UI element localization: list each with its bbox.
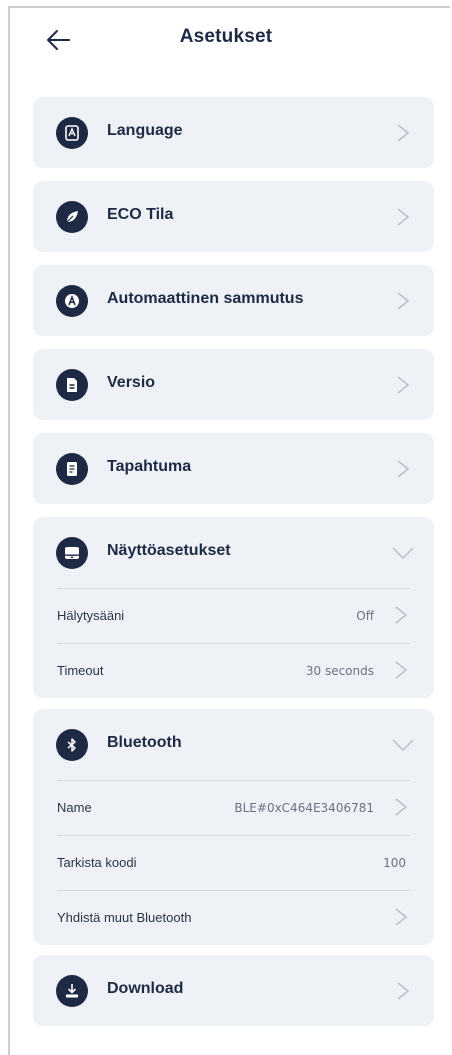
language-row[interactable]: Language xyxy=(33,97,434,168)
bluetooth-name-value: BLE#0xC464E3406781 xyxy=(234,801,374,815)
timeout-value: 30 seconds xyxy=(305,664,374,678)
chevron-right-icon xyxy=(395,661,408,679)
bluetooth-card: Bluetooth Name BLE#0xC464E3406781 Tarkis… xyxy=(33,709,434,945)
eco-card: ECO Tila xyxy=(33,181,434,252)
eco-label: ECO Tila xyxy=(107,206,174,223)
chevron-right-icon xyxy=(395,908,408,926)
auto-off-label: Automaattinen sammutus xyxy=(107,290,304,307)
download-label: Download xyxy=(107,980,184,997)
alarm-sound-value: Off xyxy=(356,609,374,623)
bluetooth-name-label: Name xyxy=(57,800,92,815)
auto-icon xyxy=(56,285,88,317)
display-settings-card: Näyttöasetukset Hälytysääni Off Timeout … xyxy=(33,517,434,698)
log-icon xyxy=(56,453,88,485)
event-card: Tapahtuma xyxy=(33,433,434,504)
translate-icon xyxy=(56,117,88,149)
chevron-right-icon xyxy=(397,208,410,226)
version-row[interactable]: Versio xyxy=(33,349,434,420)
eco-row[interactable]: ECO Tila xyxy=(33,181,434,252)
bluetooth-name-row[interactable]: Name BLE#0xC464E3406781 xyxy=(57,780,410,835)
chevron-right-icon xyxy=(397,982,410,1000)
document-icon xyxy=(56,369,88,401)
connect-other-bluetooth-label: Yhdistä muut Bluetooth xyxy=(57,910,192,925)
alarm-sound-label: Hälytysääni xyxy=(57,608,125,623)
event-label: Tapahtuma xyxy=(107,458,192,475)
version-card: Versio xyxy=(33,349,434,420)
language-label: Language xyxy=(107,122,183,139)
chevron-right-icon xyxy=(395,798,408,816)
display-icon xyxy=(56,537,88,569)
timeout-label: Timeout xyxy=(57,663,104,678)
check-code-row: Tarkista koodi 100 xyxy=(57,835,410,890)
alarm-sound-row[interactable]: Hälytysääni Off xyxy=(57,588,410,643)
display-settings-row[interactable]: Näyttöasetukset xyxy=(33,517,434,588)
chevron-right-icon xyxy=(397,460,410,478)
timeout-row[interactable]: Timeout 30 seconds xyxy=(57,643,410,698)
chevron-right-icon xyxy=(397,292,410,310)
download-card: Download xyxy=(33,955,434,1026)
header: Asetukset xyxy=(0,0,452,86)
download-row[interactable]: Download xyxy=(33,955,434,1026)
auto-off-row[interactable]: Automaattinen sammutus xyxy=(33,265,434,336)
leaf-icon xyxy=(56,201,88,233)
bluetooth-label: Bluetooth xyxy=(107,734,182,751)
chevron-down-icon xyxy=(392,739,414,751)
display-settings-label: Näyttöasetukset xyxy=(107,542,231,559)
download-icon xyxy=(56,975,88,1007)
event-row[interactable]: Tapahtuma xyxy=(33,433,434,504)
connect-other-bluetooth-row[interactable]: Yhdistä muut Bluetooth xyxy=(57,890,410,945)
version-label: Versio xyxy=(107,374,156,391)
page-title: Asetukset xyxy=(179,26,273,47)
chevron-down-icon xyxy=(392,547,414,559)
bluetooth-icon xyxy=(56,729,88,761)
language-card: Language xyxy=(33,97,434,168)
chevron-right-icon xyxy=(397,376,410,394)
bluetooth-row[interactable]: Bluetooth xyxy=(33,709,434,780)
check-code-value: 100 xyxy=(383,856,406,870)
check-code-label: Tarkista koodi xyxy=(57,855,137,870)
chevron-right-icon xyxy=(395,606,408,624)
chevron-right-icon xyxy=(397,124,410,142)
auto-off-card: Automaattinen sammutus xyxy=(33,265,434,336)
